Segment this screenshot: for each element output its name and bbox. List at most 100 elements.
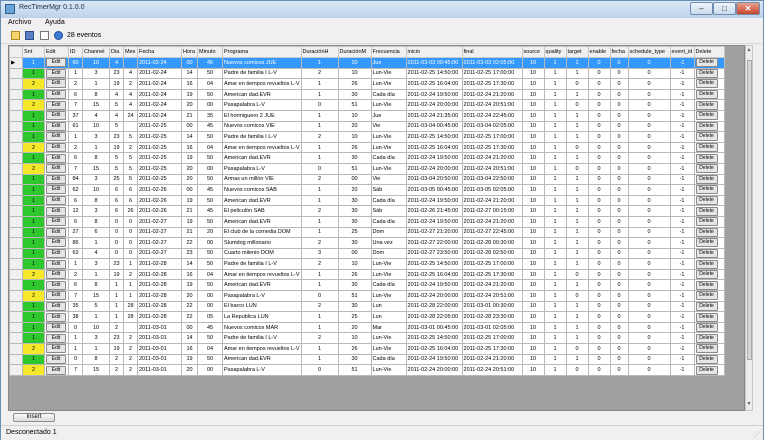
edit-button[interactable]: Edit [46,270,66,280]
table-row[interactable]: ▶ 1 Edit 60 10 4 2011-02-24 00 45 Nuevos comicos … [9,57,725,69]
info-icon[interactable] [54,31,63,40]
row-header[interactable] [9,247,23,260]
row-header[interactable] [9,279,23,292]
row-header[interactable] [9,268,23,281]
table-row[interactable]: 1 Edit 6 8 4 4 2011-02-24 19 50 American dad.EVR 1… [9,88,725,101]
row-header[interactable] [9,162,23,175]
maximize-button[interactable]: □ [713,2,736,15]
delete-button[interactable]: Delete [695,227,718,237]
minimize-button[interactable]: – [690,2,713,15]
delete-button[interactable]: Delete [695,291,718,301]
edit-button[interactable]: Edit [46,344,66,354]
edit-button[interactable]: Edit [46,302,66,311]
table-row[interactable]: 1 Edit 6 8 5 5 2011-02-25 19 50 American dad.EVR 1… [9,152,725,164]
row-header[interactable] [9,141,23,154]
edit-button[interactable]: Edit [46,196,66,205]
table-row[interactable]: 1 Edit 12 3 6 26 2011-02-26 21 45 El peliculón SA… [9,205,725,217]
edit-button[interactable]: Edit [46,355,66,364]
column-header[interactable]: Hora [181,46,198,58]
menu-archivo[interactable]: Archivo [8,19,31,26]
row-header[interactable] [9,290,23,302]
table-row[interactable]: 1 Edit 1 3 23 5 2011-02-25 14 50 Padre de familia… [9,131,725,143]
table-row[interactable]: 1 Edit 84 3 25 5 2011-02-25 20 50 Armas un millón… [9,173,725,186]
delete-button[interactable]: Delete [695,270,718,280]
delete-button[interactable]: Delete [695,206,718,216]
delete-button[interactable]: Delete [695,153,718,163]
table-row[interactable]: 1 Edit 6 8 6 6 2011-02-26 19 50 American dad.EVR 1… [9,194,725,207]
table-row[interactable]: 1 Edit 0 10 2 2011-03-01 00 45 Nuevos comicos MA… [9,321,725,334]
edit-button[interactable]: Edit [46,280,66,290]
table-row[interactable]: 2 Edit 7 15 2 2 2011-03-01 20 00 Pasapalabra L-V 0… [9,364,725,376]
delete-button[interactable]: Delete [695,355,718,364]
table-row[interactable]: 1 Edit 0 8 2 2 2011-03-01 19 50 American dad.EVR 1… [9,353,725,366]
column-header[interactable]: Fecha [137,46,182,58]
edit-button[interactable]: Edit [46,79,66,89]
row-header[interactable] [9,184,23,196]
delete-button[interactable]: Delete [695,143,718,152]
edit-button[interactable]: Edit [46,122,66,131]
edit-button[interactable]: Edit [46,69,66,78]
delete-button[interactable]: Delete [695,69,718,78]
delete-button[interactable]: Delete [695,344,718,354]
column-header[interactable]: Frecuencia [370,46,407,58]
delete-button[interactable]: Delete [695,122,718,131]
row-header[interactable] [9,131,23,143]
delete-button[interactable]: Delete [695,280,718,290]
table-row[interactable]: 2 Edit 2 1 19 2 2011-02-28 16 04 Amar en tiempos … [9,268,725,281]
edit-button[interactable]: Edit [46,206,66,216]
edit-button[interactable]: Edit [46,90,66,99]
edit-button[interactable]: Edit [46,164,66,174]
table-row[interactable]: 1 Edit 6 8 1 1 2011-02-28 19 50 American dad.EVR 1… [9,279,725,292]
table-row[interactable]: 2 Edit 1 1 19 2 2011-03-01 16 04 Amar en tiempos … [9,343,725,355]
open-folder-icon[interactable] [11,31,20,40]
row-header[interactable]: ▶ [9,57,23,69]
edit-button[interactable]: Edit [46,365,66,375]
table-row[interactable]: 2 Edit 2 1 19 2 2011-02-25 16 04 Amar en tiempos … [9,141,725,154]
new-document-icon[interactable] [40,31,49,40]
delete-button[interactable]: Delete [695,259,718,269]
row-header[interactable] [9,88,23,101]
delete-button[interactable]: Delete [695,185,718,195]
column-header[interactable]: DuraciónH [300,46,339,58]
row-header[interactable] [9,67,23,80]
edit-button[interactable]: Edit [46,174,66,184]
column-header[interactable]: Edit [44,46,69,58]
edit-button[interactable]: Edit [46,238,66,248]
column-header[interactable]: schedule_type [627,46,671,58]
table-row[interactable]: 1 Edit 61 10 5 2011-02-25 00 45 Nuevos comicos V… [9,120,725,133]
column-header[interactable] [9,46,23,58]
column-header[interactable]: fecha [609,46,629,58]
row-header[interactable] [9,311,23,323]
edit-button[interactable]: Edit [46,259,66,269]
edit-button[interactable]: Edit [46,333,66,343]
scroll-thumb[interactable] [747,60,752,360]
table-row[interactable]: 1 Edit 63 4 0 0 2011-02-27 23 50 Cuarto milenio D… [9,247,725,260]
column-header[interactable]: Channel [82,46,110,58]
edit-button[interactable]: Edit [46,153,66,163]
row-header[interactable] [9,205,23,217]
edit-button[interactable]: Edit [46,217,66,227]
column-header[interactable]: target [565,46,589,58]
row-header[interactable] [9,343,23,355]
table-row[interactable]: 1 Edit 37 4 4 24 2011-02-24 21 35 El hormiguero 2… [9,109,725,122]
row-header[interactable] [9,364,23,376]
column-header[interactable]: final [461,46,523,58]
delete-button[interactable]: Delete [695,249,718,258]
column-header[interactable]: ID [68,46,83,58]
table-row[interactable]: 1 Edit 1 3 23 1 2011-02-28 14 50 Padre de familia… [9,258,725,270]
table-row[interactable]: 1 Edit 6 8 0 0 2011-02-27 19 50 American dad.EVR 1… [9,215,725,228]
row-header[interactable] [9,78,23,90]
table-row[interactable]: 1 Edit 27 6 0 0 2011-02-27 21 20 El club de la co… [9,226,725,239]
row-header[interactable] [9,194,23,207]
column-header[interactable]: Dia [109,46,124,58]
column-header[interactable]: Minuto [197,46,223,58]
table-row[interactable]: 1 Edit 1 3 23 4 2011-02-24 14 50 Padre de familia… [9,67,725,80]
delete-button[interactable]: Delete [695,58,718,68]
edit-button[interactable]: Edit [46,227,66,237]
table-row[interactable]: 2 Edit 7 15 1 1 2011-02-28 20 00 Pasapalabra L-V 0… [9,290,725,302]
delete-button[interactable]: Delete [695,100,718,110]
close-button[interactable]: ✕ [736,2,760,15]
row-header[interactable] [9,215,23,228]
edit-button[interactable]: Edit [46,323,66,332]
delete-button[interactable]: Delete [695,365,718,375]
